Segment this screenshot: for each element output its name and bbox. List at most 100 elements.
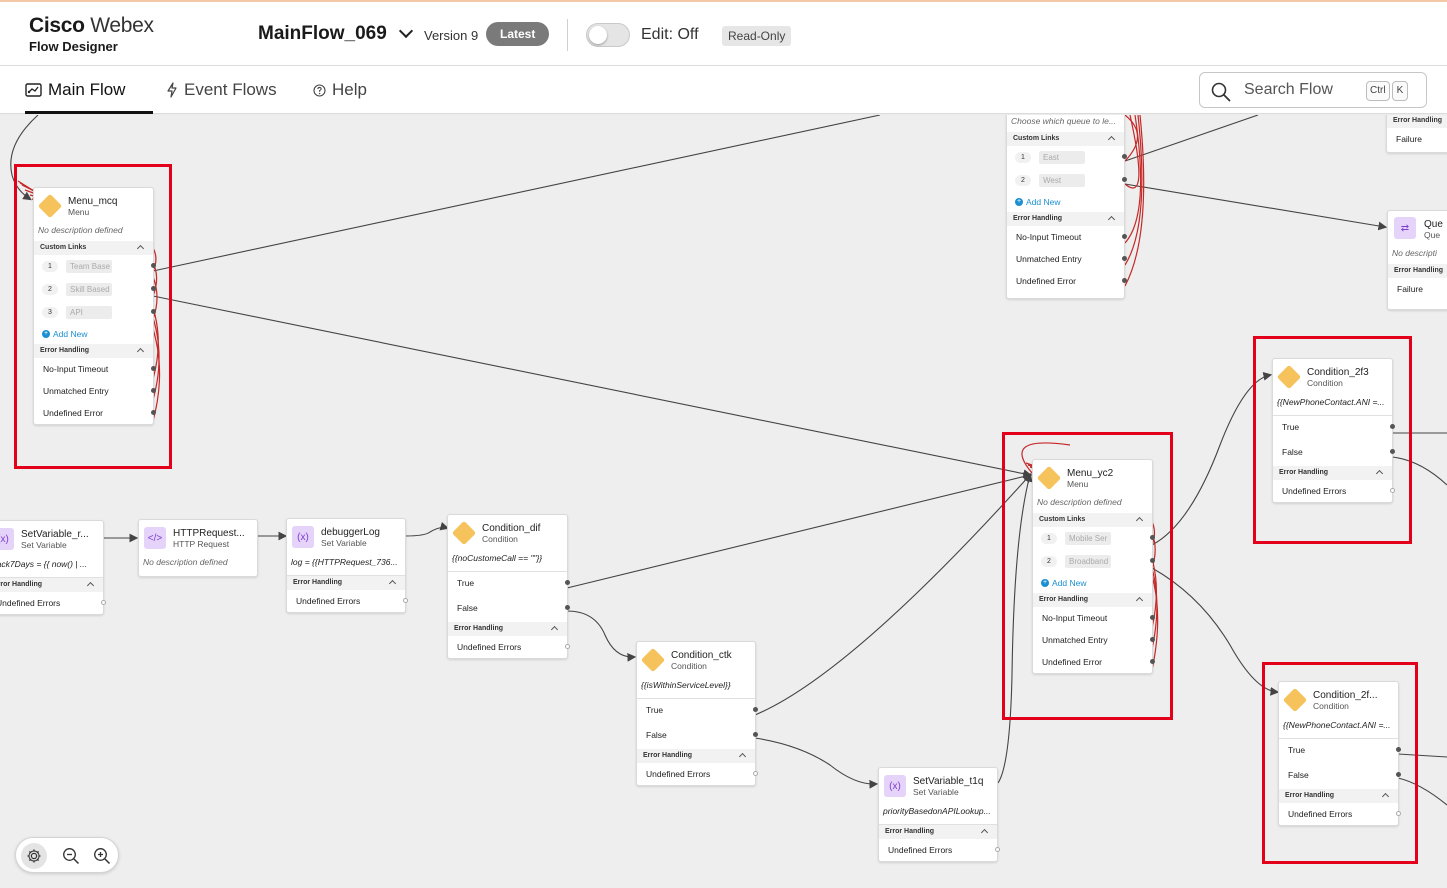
output-port[interactable]	[1390, 424, 1395, 429]
variable-icon: (x)	[884, 775, 906, 797]
error-handling-header[interactable]: Error Handling	[1033, 593, 1152, 607]
error-handling-header[interactable]: Error Handling	[1273, 466, 1392, 480]
chevron-up-icon	[1107, 135, 1116, 144]
output-port[interactable]	[101, 600, 106, 605]
output-port[interactable]	[1122, 154, 1127, 159]
output-port[interactable]	[753, 707, 758, 712]
menu-icon	[37, 193, 63, 219]
output-port[interactable]	[151, 309, 156, 314]
error-handling-header[interactable]: Error Handling	[287, 576, 405, 590]
error-handling-header[interactable]: Error Handling	[448, 622, 567, 636]
node-condition-dif[interactable]: Condition_dif Condition {{noCustomeCall …	[447, 514, 570, 659]
error-handling-header[interactable]: Error Handling	[0, 578, 103, 592]
section-label: Error Handling	[1013, 215, 1063, 222]
output-port[interactable]	[151, 388, 156, 393]
node-type: Set Variable	[21, 540, 67, 550]
node-http-request[interactable]: </> HTTPRequest... HTTP Request No descr…	[138, 519, 258, 577]
output-port[interactable]	[1122, 256, 1127, 261]
node-description: No description defined	[1037, 497, 1122, 507]
row-label: Undefined Errors	[646, 769, 711, 779]
output-port[interactable]	[565, 644, 570, 649]
flow-name-dropdown[interactable]: MainFlow_069	[258, 23, 413, 45]
output-port[interactable]	[1390, 488, 1395, 493]
add-new-link[interactable]: + Add New	[1033, 573, 1152, 593]
output-port[interactable]	[151, 366, 156, 371]
output-port[interactable]	[403, 598, 408, 603]
custom-links-header[interactable]: Custom Links	[34, 241, 153, 255]
output-port[interactable]	[1122, 234, 1127, 239]
output-port[interactable]	[1122, 278, 1127, 283]
node-setvariable-t1q[interactable]: (x) SetVariable_t1q Set Variable priorit…	[878, 767, 1000, 862]
custom-links-header[interactable]: Custom Links	[1007, 132, 1124, 146]
canvas-settings-button[interactable]	[21, 843, 47, 869]
node-header: Condition_2f3 Condition	[1273, 359, 1392, 393]
tab-label: Help	[332, 80, 367, 99]
output-port[interactable]	[151, 286, 156, 291]
edit-toggle[interactable]	[586, 23, 630, 47]
section-label: Error Handling	[1285, 792, 1335, 799]
error-unmatched-entry: Unmatched Entry	[1033, 629, 1155, 651]
output-port[interactable]	[1150, 558, 1155, 563]
search-flow-input[interactable]: Search Flow Ctrl K	[1199, 72, 1427, 108]
error-handling-header[interactable]: Error Handling	[637, 749, 755, 763]
node-queue-top[interactable]: Choose which queue to le... Custom Links…	[1006, 115, 1127, 299]
output-port[interactable]	[565, 580, 570, 585]
output-port[interactable]	[995, 847, 1000, 852]
error-undefined-errors: Undefined Errors	[287, 590, 408, 612]
custom-link-1: 1 East	[1007, 146, 1127, 169]
node-menu-mcq[interactable]: Menu_mcq Menu No description defined Cus…	[33, 187, 156, 425]
row-label: Undefined Errors	[1282, 486, 1347, 496]
error-handling-header[interactable]: Error Handling	[1279, 789, 1398, 803]
menu-icon	[1036, 465, 1062, 491]
error-undefined-error: Undefined Error	[34, 402, 156, 424]
node-name: Que	[1424, 219, 1443, 230]
node-header: Condition_2f... Condition	[1279, 682, 1398, 716]
output-port[interactable]	[1150, 637, 1155, 642]
output-port[interactable]	[565, 605, 570, 610]
chevron-up-icon	[738, 752, 747, 761]
output-port[interactable]	[753, 732, 758, 737]
output-port[interactable]	[1122, 177, 1127, 182]
output-port[interactable]	[1150, 615, 1155, 620]
node-queue-right[interactable]: ⇄ Que Que No descripti Error Handling Fa…	[1387, 210, 1447, 310]
output-port[interactable]	[1150, 659, 1155, 664]
error-handling-header[interactable]: Error Handling	[1007, 212, 1124, 226]
error-handling-header[interactable]: Error Handling	[34, 344, 153, 358]
error-unmatched-entry: Unmatched Entry	[1007, 248, 1127, 270]
flow-canvas[interactable]: Menu_mcq Menu No description defined Cus…	[0, 115, 1447, 888]
tab-event-flows[interactable]: Event Flows	[166, 80, 277, 100]
node-expression: {{noCustomeCall == ""}}	[448, 549, 567, 572]
custom-links-header[interactable]: Custom Links	[1033, 513, 1152, 527]
node-condition-2f[interactable]: Condition_2f... Condition {{NewPhoneCont…	[1278, 681, 1401, 826]
output-port[interactable]	[151, 263, 156, 268]
node-header: Condition_ctk Condition	[637, 642, 755, 676]
output-port[interactable]	[1390, 449, 1395, 454]
add-new-link[interactable]: + Add New	[1007, 192, 1124, 212]
add-new-link[interactable]: + Add New	[34, 324, 153, 344]
output-port[interactable]	[1396, 772, 1401, 777]
node-condition-ctk[interactable]: Condition_ctk Condition {{isWithinServic…	[636, 641, 758, 786]
node-header: (x) SetVariable_t1q Set Variable	[879, 768, 997, 802]
node-setvariable-r[interactable]: (x) SetVariable_r... Set Variable Back7D…	[0, 520, 106, 615]
output-port[interactable]	[753, 771, 758, 776]
output-port[interactable]	[1396, 811, 1401, 816]
tab-help[interactable]: Help	[313, 80, 367, 100]
output-port[interactable]	[1150, 535, 1155, 540]
node-menu-yc2[interactable]: Menu_yc2 Menu No description defined Cus…	[1032, 459, 1155, 674]
variable-icon: (x)	[0, 528, 14, 550]
output-port[interactable]	[151, 410, 156, 415]
search-label: Search Flow	[1244, 81, 1333, 98]
error-handling-header[interactable]: Error Handling	[879, 825, 997, 839]
node-condition-2f3[interactable]: Condition_2f3 Condition {{NewPhoneContac…	[1272, 358, 1395, 503]
zoom-out-button[interactable]	[58, 843, 84, 869]
zoom-in-button[interactable]	[89, 843, 115, 869]
tab-main-flow[interactable]: Main Flow	[25, 80, 125, 100]
node-top-right-partial[interactable]: Error Handling Failure	[1386, 115, 1447, 153]
node-debugger-log[interactable]: (x) debuggerLog Set Variable log = {{HTT…	[286, 518, 408, 613]
node-expression: {{NewPhoneContact.ANI =...	[1273, 393, 1392, 416]
failure-row: Failure	[1387, 128, 1447, 150]
output-port[interactable]	[1396, 747, 1401, 752]
row-label: False	[646, 730, 667, 740]
node-header: </> HTTPRequest... HTTP Request	[139, 520, 257, 554]
row-label: False	[457, 603, 478, 613]
